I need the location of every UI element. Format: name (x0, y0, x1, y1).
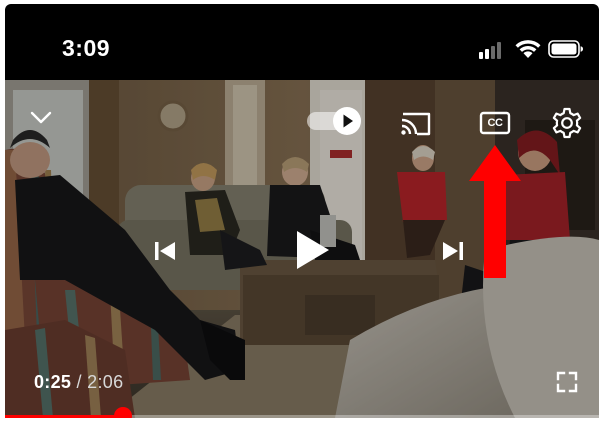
cast-icon[interactable] (399, 109, 433, 137)
chevron-down-icon[interactable] (29, 108, 53, 126)
video-player[interactable]: CC 0:25 / 2:06 (5, 80, 599, 418)
cellular-signal-icon (479, 41, 505, 59)
gear-icon[interactable] (550, 106, 584, 140)
fullscreen-icon[interactable] (555, 370, 579, 394)
play-icon[interactable] (293, 228, 333, 272)
app-screen: 3:09 CC 0:25 / 2:06 (0, 0, 603, 421)
closed-captions-button[interactable]: CC (478, 109, 512, 137)
captions-label: CC (487, 117, 503, 129)
progress-bar[interactable] (5, 407, 599, 418)
annotation-arrow (469, 145, 521, 278)
status-time: 3:09 (62, 35, 111, 61)
time-separator: / (71, 372, 88, 392)
battery-icon (548, 40, 583, 58)
autoplay-toggle-icon (307, 107, 361, 135)
current-time: 0:25 (34, 372, 72, 392)
progress-scrubber[interactable] (113, 407, 132, 418)
status-bar: 3:09 (5, 4, 599, 80)
duration: 2:06 (87, 372, 124, 392)
progress-fill (5, 415, 123, 418)
time-readout: 0:25 / 2:06 (34, 372, 123, 393)
skip-previous-icon[interactable] (153, 240, 179, 262)
skip-next-icon[interactable] (439, 240, 465, 262)
autoplay-toggle[interactable] (305, 106, 365, 136)
wifi-icon (515, 40, 541, 58)
